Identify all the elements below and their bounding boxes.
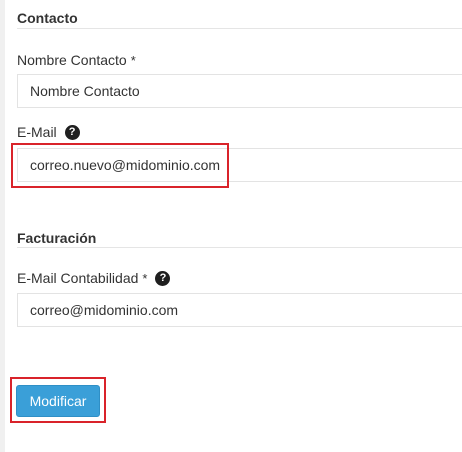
- section-title-billing: Facturación: [17, 230, 97, 246]
- email-highlight-box: [11, 143, 229, 188]
- contact-name-label: Nombre Contacto *: [17, 52, 136, 68]
- question-circle-icon[interactable]: ?: [64, 124, 80, 140]
- button-highlight-box: [10, 377, 106, 423]
- email-label: E-Mail ?: [17, 124, 80, 140]
- required-asterisk: *: [142, 270, 148, 286]
- left-border: [0, 0, 5, 452]
- accounting-email-label-text: E-Mail Contabilidad: [17, 270, 139, 286]
- contact-name-input[interactable]: [17, 74, 462, 108]
- section-divider-contact: [17, 28, 462, 29]
- section-divider-billing: [17, 247, 462, 248]
- accounting-email-label: E-Mail Contabilidad * ?: [17, 270, 171, 286]
- email-label-text: E-Mail: [17, 124, 57, 140]
- question-circle-icon[interactable]: ?: [155, 270, 171, 286]
- required-asterisk: *: [130, 52, 136, 68]
- accounting-email-input[interactable]: [17, 293, 462, 327]
- section-title-contact: Contacto: [17, 10, 78, 26]
- contact-name-label-text: Nombre Contacto: [17, 52, 127, 68]
